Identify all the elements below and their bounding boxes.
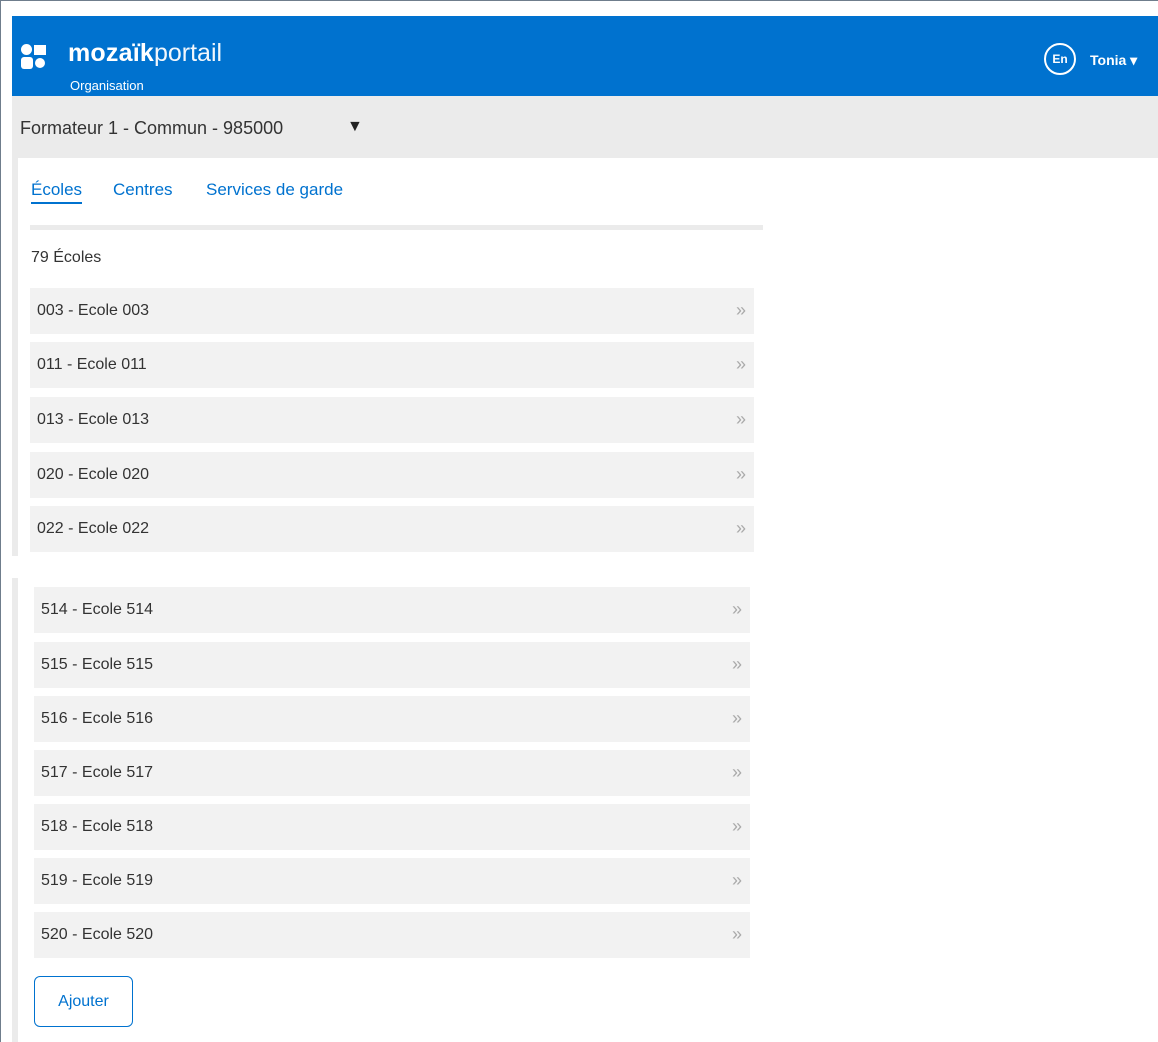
list-item[interactable]: 517 - Ecole 517 » xyxy=(34,750,750,796)
list-item[interactable]: 515 - Ecole 515 » xyxy=(34,642,750,688)
app-header: mozaïkportail Organisation En Tonia ▾ xyxy=(12,16,1158,96)
user-menu-button[interactable]: Tonia ▾ xyxy=(1090,52,1137,69)
language-toggle-button[interactable]: En xyxy=(1044,43,1076,75)
left-border xyxy=(12,578,18,1042)
chevron-right-icon[interactable]: » xyxy=(736,464,746,485)
schools-count: 79 Écoles xyxy=(31,249,102,266)
brand-name[interactable]: mozaïkportail xyxy=(68,40,222,66)
organization-selector-label: Formateur 1 - Commun - 985000 xyxy=(20,118,284,138)
list-item[interactable]: 020 - Ecole 020 » xyxy=(30,452,754,498)
tab-services-de-garde[interactable]: Services de garde xyxy=(206,180,343,200)
chevron-right-icon[interactable]: » xyxy=(736,300,746,321)
list-item[interactable]: 516 - Ecole 516 » xyxy=(34,696,750,742)
list-item-label: 514 - Ecole 514 xyxy=(41,601,154,618)
list-item-label: 520 - Ecole 520 xyxy=(41,926,154,943)
list-item-label: 515 - Ecole 515 xyxy=(41,656,154,673)
left-border xyxy=(12,158,18,556)
tab-ecoles[interactable]: Écoles xyxy=(31,180,83,204)
chevron-right-icon[interactable]: » xyxy=(732,708,742,729)
chevron-right-icon[interactable]: » xyxy=(736,409,746,430)
tab-divider xyxy=(30,225,763,230)
list-item[interactable]: 514 - Ecole 514 » xyxy=(34,587,750,633)
chevron-right-icon[interactable]: » xyxy=(732,762,742,783)
list-item[interactable]: 013 - Ecole 013 » xyxy=(30,397,754,443)
list-item[interactable]: 011 - Ecole 011 » xyxy=(30,342,754,388)
chevron-right-icon[interactable]: » xyxy=(732,924,742,945)
chevron-right-icon[interactable]: » xyxy=(732,816,742,837)
list-item-label: 020 - Ecole 020 xyxy=(37,466,150,483)
list-item[interactable]: 022 - Ecole 022 » xyxy=(30,506,754,552)
list-item[interactable]: 519 - Ecole 519 » xyxy=(34,858,750,904)
mozaik-logo-icon xyxy=(21,44,47,70)
list-item-label: 517 - Ecole 517 xyxy=(41,764,154,781)
list-item-label: 022 - Ecole 022 xyxy=(37,520,150,537)
list-item-label: 516 - Ecole 516 xyxy=(41,710,154,727)
organization-selector[interactable]: Formateur 1 - Commun - 985000 ▼ xyxy=(12,96,1158,158)
tab-centres[interactable]: Centres xyxy=(113,180,173,200)
chevron-right-icon[interactable]: » xyxy=(736,518,746,539)
brand-light: portail xyxy=(153,39,223,67)
list-item[interactable]: 520 - Ecole 520 » xyxy=(34,912,750,958)
chevron-right-icon[interactable]: » xyxy=(732,599,742,620)
list-item-label: 518 - Ecole 518 xyxy=(41,818,154,835)
list-item-label: 013 - Ecole 013 xyxy=(37,411,150,428)
list-item-label: 011 - Ecole 011 xyxy=(37,356,147,373)
list-item-label: 003 - Ecole 003 xyxy=(37,302,150,319)
list-item[interactable]: 003 - Ecole 003 » xyxy=(30,288,754,334)
list-item-label: 519 - Ecole 519 xyxy=(41,872,154,889)
list-item[interactable]: 518 - Ecole 518 » xyxy=(34,804,750,850)
chevron-right-icon[interactable]: » xyxy=(732,654,742,675)
brand-bold: mozaïk xyxy=(68,39,154,67)
chevron-right-icon[interactable]: » xyxy=(732,870,742,891)
caret-down-icon[interactable]: ▼ xyxy=(347,118,363,136)
chevron-right-icon[interactable]: » xyxy=(736,354,746,375)
brand-subtitle: Organisation xyxy=(70,78,144,93)
add-button[interactable]: Ajouter xyxy=(34,976,133,1027)
